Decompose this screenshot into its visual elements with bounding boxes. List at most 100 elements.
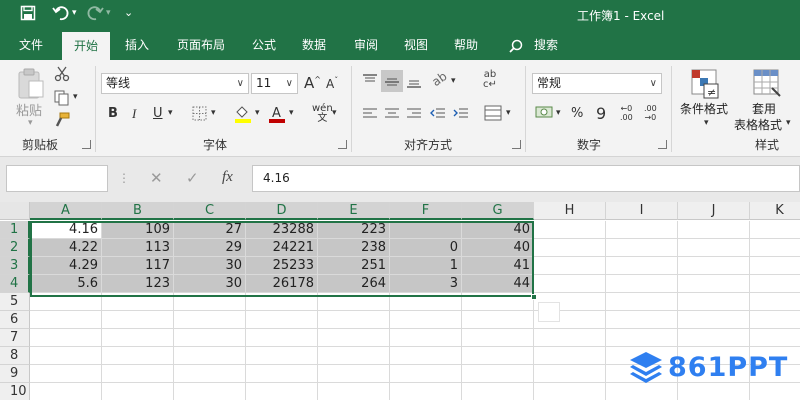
cell-c6[interactable] xyxy=(174,311,246,329)
cell-a5[interactable] xyxy=(30,293,102,311)
column-header-e[interactable]: E xyxy=(318,202,390,220)
cell-b10[interactable] xyxy=(102,383,174,400)
cell-c8[interactable] xyxy=(174,347,246,365)
cell-d1[interactable]: 23288 xyxy=(246,221,318,239)
cell-a9[interactable] xyxy=(30,365,102,383)
cell-e8[interactable] xyxy=(318,347,390,365)
conditional-format-label[interactable]: 条件格式 xyxy=(680,100,728,117)
undo-icon[interactable] xyxy=(52,5,70,25)
fill-color-dropdown-icon[interactable]: ▾ xyxy=(255,108,260,118)
search-icon[interactable] xyxy=(506,30,526,60)
cell-b5[interactable] xyxy=(102,293,174,311)
cell-a1[interactable]: 4.16 xyxy=(30,221,102,239)
cell-c1[interactable]: 27 xyxy=(174,221,246,239)
cancel-icon[interactable]: ✕ xyxy=(150,169,163,187)
cell-g6[interactable] xyxy=(462,311,534,329)
cell-c4[interactable]: 30 xyxy=(174,275,246,293)
format-as-table-dropdown-icon[interactable]: ▾ xyxy=(786,118,791,128)
column-header-d[interactable]: D xyxy=(246,202,318,220)
cell-i4[interactable] xyxy=(606,275,678,293)
cell-c5[interactable] xyxy=(174,293,246,311)
name-box[interactable] xyxy=(6,165,108,192)
clipboard-launcher-icon[interactable] xyxy=(82,140,91,149)
cell-e4[interactable]: 264 xyxy=(318,275,390,293)
cell-f4[interactable]: 3 xyxy=(390,275,462,293)
font-color-dropdown-icon[interactable]: ▾ xyxy=(289,108,294,118)
align-center-icon[interactable] xyxy=(384,107,400,125)
format-as-table-icon[interactable] xyxy=(752,68,782,98)
cell-d6[interactable] xyxy=(246,311,318,329)
orientation-icon[interactable]: ab xyxy=(429,69,449,89)
paste-dropdown-icon[interactable]: ▾ xyxy=(28,118,33,128)
phonetic-guide-icon[interactable]: wén 文 xyxy=(312,104,333,124)
align-top-icon[interactable] xyxy=(362,74,378,92)
decrease-decimal-icon[interactable]: .00 →0 xyxy=(644,104,657,122)
cell-i2[interactable] xyxy=(606,239,678,257)
cell-k2[interactable] xyxy=(750,239,800,257)
cell-k7[interactable] xyxy=(750,329,800,347)
font-name-select[interactable]: 等线 ∨ xyxy=(101,73,249,94)
cell-g3[interactable]: 41 xyxy=(462,257,534,275)
cell-e9[interactable] xyxy=(318,365,390,383)
cell-h8[interactable] xyxy=(534,347,606,365)
underline-button[interactable]: U xyxy=(153,106,163,121)
tab-review[interactable]: 审阅 xyxy=(346,30,386,60)
column-header-h[interactable]: H xyxy=(534,202,606,220)
cell-e1[interactable]: 223 xyxy=(318,221,390,239)
cell-a4[interactable]: 5.6 xyxy=(30,275,102,293)
cell-f3[interactable]: 1 xyxy=(390,257,462,275)
cell-d10[interactable] xyxy=(246,383,318,400)
decrease-indent-icon[interactable] xyxy=(430,107,446,125)
cell-d4[interactable]: 26178 xyxy=(246,275,318,293)
conditional-format-icon[interactable]: ≠ xyxy=(690,68,720,99)
tab-search[interactable]: 搜索 xyxy=(528,30,564,60)
cell-k4[interactable] xyxy=(750,275,800,293)
cell-d5[interactable] xyxy=(246,293,318,311)
fill-handle[interactable] xyxy=(531,294,537,300)
cell-g1[interactable]: 40 xyxy=(462,221,534,239)
format-as-table-label-2[interactable]: 表格格式 xyxy=(734,116,782,133)
cell-f9[interactable] xyxy=(390,365,462,383)
align-middle-icon[interactable] xyxy=(381,70,403,92)
increase-indent-icon[interactable] xyxy=(453,107,469,125)
cell-k10[interactable] xyxy=(750,383,800,400)
insert-function-icon[interactable]: fx xyxy=(222,169,233,186)
tab-data[interactable]: 数据 xyxy=(294,30,334,60)
cell-e6[interactable] xyxy=(318,311,390,329)
row-header-9[interactable]: 9 xyxy=(0,365,30,383)
cell-b9[interactable] xyxy=(102,365,174,383)
cell-d8[interactable] xyxy=(246,347,318,365)
cell-i6[interactable] xyxy=(606,311,678,329)
row-header-7[interactable]: 7 xyxy=(0,329,30,347)
orientation-dropdown-icon[interactable]: ▾ xyxy=(451,76,456,86)
column-header-j[interactable]: J xyxy=(678,202,750,220)
phonetic-dropdown-icon[interactable]: ▾ xyxy=(332,108,337,118)
percent-style-button[interactable]: % xyxy=(571,106,583,121)
cell-a7[interactable] xyxy=(30,329,102,347)
cell-f2[interactable]: 0 xyxy=(390,239,462,257)
cell-b8[interactable] xyxy=(102,347,174,365)
accounting-format-icon[interactable] xyxy=(535,105,553,125)
cell-b1[interactable]: 109 xyxy=(102,221,174,239)
row-header-10[interactable]: 10 xyxy=(0,383,30,400)
row-header-4[interactable]: 4 xyxy=(0,275,30,293)
cell-c3[interactable]: 30 xyxy=(174,257,246,275)
cell-i3[interactable] xyxy=(606,257,678,275)
cut-icon[interactable] xyxy=(54,66,70,86)
cell-d7[interactable] xyxy=(246,329,318,347)
formula-input[interactable]: 4.16 xyxy=(252,165,800,192)
tab-file[interactable]: 文件 xyxy=(10,30,52,60)
cell-b3[interactable]: 117 xyxy=(102,257,174,275)
cell-f6[interactable] xyxy=(390,311,462,329)
quick-analysis-icon[interactable] xyxy=(538,302,560,322)
column-header-k[interactable]: K xyxy=(750,202,800,220)
cell-g2[interactable]: 40 xyxy=(462,239,534,257)
cell-b6[interactable] xyxy=(102,311,174,329)
conditional-format-dropdown-icon[interactable]: ▾ xyxy=(704,118,709,128)
cell-k1[interactable] xyxy=(750,221,800,239)
more-options-icon[interactable]: ⋮ xyxy=(118,171,130,185)
tab-view[interactable]: 视图 xyxy=(396,30,436,60)
row-header-3[interactable]: 3 xyxy=(0,257,30,275)
cell-b4[interactable]: 123 xyxy=(102,275,174,293)
number-format-select[interactable]: 常规 ∨ xyxy=(532,73,662,94)
